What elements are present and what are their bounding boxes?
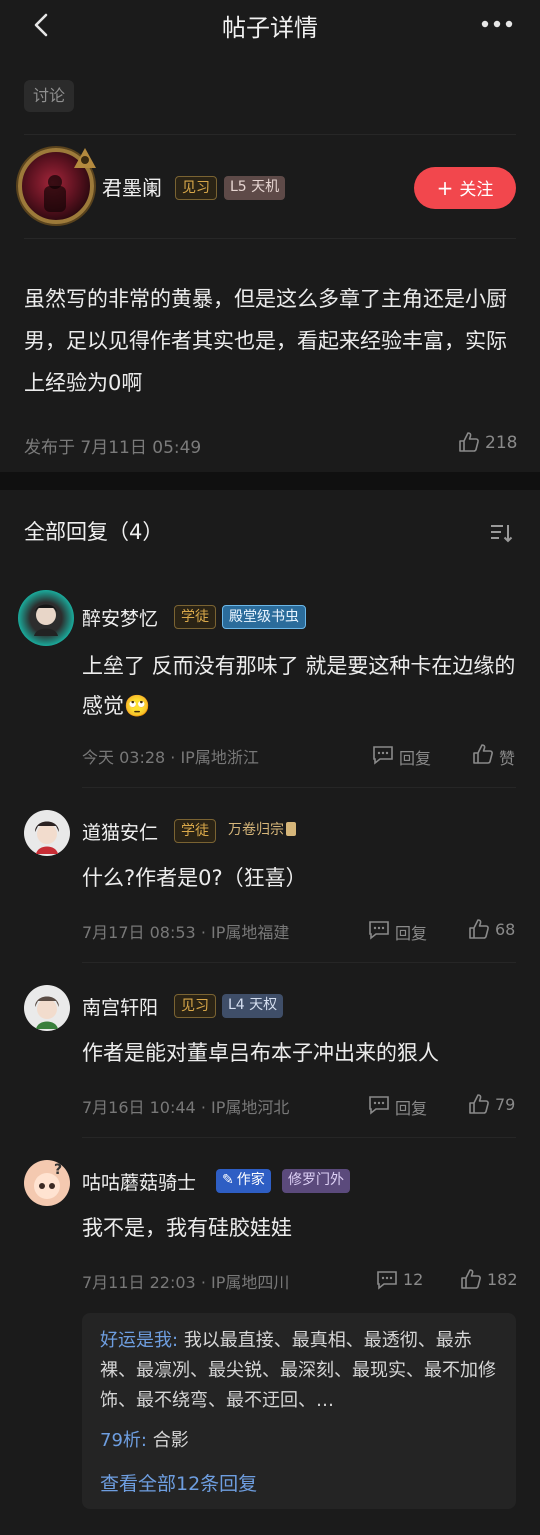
thumbs-up-icon (461, 1269, 481, 1289)
reply-author-name[interactable]: 醉安梦忆 (82, 604, 158, 631)
follow-label: 关注 (459, 180, 494, 200)
emoji: 🙄 (124, 694, 151, 718)
like-label: 赞 (499, 749, 516, 768)
scroll-icon (286, 822, 296, 836)
follow-button[interactable]: + 关注 (414, 167, 516, 209)
post-like-button[interactable]: 218 (458, 431, 518, 457)
comment-button[interactable]: 12 (376, 1268, 426, 1292)
page-title: 帖子详情 (222, 14, 318, 42)
svg-text:?: ? (54, 1162, 62, 1178)
level-badge: L4 天权 (222, 994, 284, 1018)
reply-avatar[interactable] (24, 810, 70, 856)
reply-meta: 7月16日 10:44 · IP属地河北 (82, 1098, 290, 1117)
author-avatar[interactable] (18, 148, 96, 224)
comment-icon (369, 921, 389, 940)
like-count: 182 (487, 1270, 518, 1289)
author-name[interactable]: 君墨阑 (102, 172, 162, 201)
reply-button[interactable]: 回复 (368, 918, 432, 943)
comment-icon (373, 746, 393, 765)
like-button[interactable]: 79 (468, 1093, 518, 1117)
sort-icon[interactable] (488, 520, 514, 546)
thumbs-up-icon (469, 1094, 489, 1114)
like-button[interactable]: 182 (460, 1268, 518, 1292)
thumbs-up-icon (473, 744, 493, 764)
comment-icon (369, 1096, 389, 1115)
reply-meta: 7月17日 08:53 · IP属地福建 (82, 923, 290, 942)
reply-button[interactable]: 回复 (372, 743, 436, 768)
comment-icon (377, 1271, 397, 1290)
post-date: 发布于 7月11日 05:49 (24, 438, 202, 458)
more-options-icon[interactable] (480, 14, 514, 34)
avatar-figure (35, 821, 59, 854)
post-card (0, 52, 540, 472)
subreply-author[interactable]: 79析: (100, 1430, 147, 1451)
subreply[interactable]: 好运是我: 我以最直接、最真相、最透彻、最赤裸、最凛冽、最尖锐、最深刻、最现实、… (100, 1326, 504, 1416)
reply-label: 回复 (395, 1099, 428, 1118)
title-badge: 万卷归宗 (222, 819, 302, 843)
plus-icon: + (436, 176, 454, 200)
divider (24, 134, 516, 135)
like-count: 79 (495, 1095, 516, 1114)
replies-title: 全部回复（4） (24, 520, 164, 544)
view-all-replies-link[interactable]: 查看全部12条回复 (100, 1469, 257, 1496)
reply-meta: 7月11日 22:03 · IP属地四川 (82, 1273, 290, 1292)
reply-text: 作者是能对董卓吕布本子冲出来的狠人 (82, 1041, 439, 1065)
title-badge: 殿堂级书虫 (222, 605, 306, 629)
divider (24, 238, 516, 239)
avatar-figure (34, 604, 58, 636)
level-badge: L5 天机 (224, 176, 286, 200)
rank-badge: 见习 (174, 994, 216, 1018)
subreply-text: 合影 (152, 1430, 189, 1451)
reply-text: 上垒了 反而没有那味了 就是要这种卡在边缘的感觉🙄 (82, 654, 516, 718)
reply-author-name[interactable]: 咕咕蘑菇骑士 (82, 1168, 196, 1195)
reply-button[interactable]: 回复 (368, 1093, 432, 1118)
reply-text: 什么?作者是0?（狂喜） (82, 866, 307, 890)
reply-avatar[interactable] (18, 590, 74, 646)
feather-icon: ✎ (222, 1172, 234, 1188)
topic-tag[interactable]: 讨论 (24, 80, 75, 112)
like-button[interactable]: 68 (468, 918, 518, 942)
divider (82, 787, 516, 788)
divider (82, 1137, 516, 1138)
avatar-figure (44, 175, 66, 212)
reply-author-name[interactable]: 南宫轩阳 (82, 993, 158, 1020)
reply-label: 回复 (399, 749, 432, 768)
avatar-figure: ? (34, 1162, 62, 1199)
reply-author-name[interactable]: 道猫安仁 (82, 818, 158, 845)
reply-avatar[interactable] (24, 985, 70, 1031)
post-like-count: 218 (485, 433, 518, 453)
rank-badge: 见习 (175, 176, 217, 200)
rank-badge: 学徒 (174, 819, 216, 843)
title-badge: 修罗门外 (282, 1169, 350, 1193)
like-count: 68 (495, 920, 516, 939)
reply-label: 回复 (395, 924, 428, 943)
section-separator (0, 472, 540, 490)
avatar-figure (35, 996, 59, 1029)
rank-badge: 学徒 (174, 605, 216, 629)
writer-badge: ✎ 作家 (216, 1169, 271, 1193)
reply-meta: 今天 03:28 · IP属地浙江 (82, 748, 259, 767)
subreply[interactable]: 79析: 合影 (100, 1426, 504, 1456)
reply-avatar[interactable]: ? (24, 1160, 70, 1206)
like-button[interactable]: 赞 (472, 743, 518, 768)
thumbs-up-icon (469, 919, 489, 939)
divider (82, 962, 516, 963)
post-content: 虽然写的非常的黄暴，但是这么多章了主角还是小厨男，足以见得作者其实也是，看起来经… (24, 287, 507, 395)
reply-text: 我不是，我有硅胶娃娃 (82, 1216, 292, 1240)
comment-count: 12 (403, 1270, 424, 1289)
subreply-author[interactable]: 好运是我: (100, 1330, 178, 1351)
thumbs-up-icon (459, 432, 479, 452)
